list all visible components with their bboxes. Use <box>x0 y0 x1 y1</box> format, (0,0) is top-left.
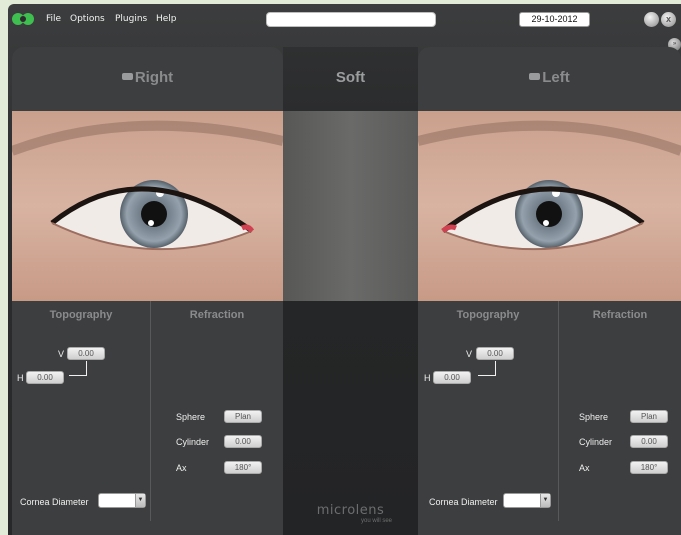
axis-field[interactable]: 180° <box>630 461 668 474</box>
menu-options[interactable]: Options <box>70 14 105 24</box>
sphere-field[interactable]: Plan <box>224 410 262 423</box>
eye-indicator-icon <box>121 73 133 80</box>
sphere-label: Sphere <box>176 412 206 422</box>
center-photo-gap <box>283 111 418 301</box>
app-frame: File Options Plugins Help 29-10-2012 x »… <box>0 0 681 535</box>
topography-connector <box>69 361 87 376</box>
date-field[interactable]: 29-10-2012 <box>519 12 590 27</box>
right-eye-title-text: Right <box>134 69 174 86</box>
cornea-diameter-select[interactable]: ▼ <box>98 493 146 508</box>
cylinder-label: Cylinder <box>176 437 210 447</box>
right-eye-panel: Right Topography Refraction V 0.00 H 0.0… <box>12 47 283 535</box>
topography-heading: Topography <box>49 309 113 321</box>
right-eye-title[interactable]: Right <box>12 69 283 86</box>
cornea-diameter-label: Cornea Diameter <box>20 497 89 507</box>
close-icon: x <box>665 14 671 24</box>
topography-h-field[interactable]: 0.00 <box>433 371 471 384</box>
sphere-label: Sphere <box>579 412 609 422</box>
axis-label: Ax <box>579 463 590 473</box>
cornea-diameter-select[interactable]: ▼ <box>503 493 551 508</box>
left-eye-panel: Left Topography Refraction V 0.00 H 0.00… <box>418 47 681 535</box>
eye-indicator-icon <box>529 73 541 80</box>
axis-field[interactable]: 180° <box>224 461 262 474</box>
center-column: Soft microlens you will see <box>283 47 418 535</box>
topography-v-label: V <box>466 349 473 359</box>
left-eye-title[interactable]: Left <box>418 69 681 86</box>
lens-type-label: Soft <box>335 69 366 86</box>
topography-v-field[interactable]: 0.00 <box>476 347 514 360</box>
brand-logo: microlens <box>316 503 385 518</box>
sphere-field[interactable]: Plan <box>630 410 668 423</box>
app-logo-icon <box>12 13 34 25</box>
refraction-heading: Refraction <box>592 309 648 321</box>
topography-v-label: V <box>58 349 65 359</box>
brand-tagline: you will see <box>361 518 393 524</box>
cornea-diameter-label: Cornea Diameter <box>429 497 498 507</box>
chevron-down-icon[interactable]: ▼ <box>135 494 145 507</box>
menu-help[interactable]: Help <box>156 14 177 24</box>
topography-heading: Topography <box>456 309 520 321</box>
topography-h-field[interactable]: 0.00 <box>26 371 64 384</box>
menu-bar: File Options Plugins Help 29-10-2012 x <box>8 4 681 34</box>
axis-label: Ax <box>176 463 187 473</box>
topography-v-field[interactable]: 0.00 <box>67 347 105 360</box>
cylinder-label: Cylinder <box>579 437 613 447</box>
panel-divider <box>558 301 559 521</box>
left-eye-photo <box>418 111 681 301</box>
right-eye-photo <box>12 111 283 301</box>
cylinder-field[interactable]: 0.00 <box>224 435 262 448</box>
refraction-heading: Refraction <box>189 309 245 321</box>
topography-h-label: H <box>17 373 24 383</box>
menu-file[interactable]: File <box>46 14 61 24</box>
left-eye-title-text: Left <box>542 69 570 86</box>
menu-plugins[interactable]: Plugins <box>115 14 147 24</box>
search-input[interactable] <box>266 12 436 27</box>
main-window: File Options Plugins Help 29-10-2012 x »… <box>8 4 681 535</box>
topography-h-label: H <box>424 373 431 383</box>
close-button[interactable]: x <box>661 12 676 27</box>
minimize-button[interactable] <box>644 12 659 27</box>
topography-connector <box>478 361 496 376</box>
cylinder-field[interactable]: 0.00 <box>630 435 668 448</box>
chevron-down-icon[interactable]: ▼ <box>540 494 550 507</box>
panel-divider <box>150 301 151 521</box>
